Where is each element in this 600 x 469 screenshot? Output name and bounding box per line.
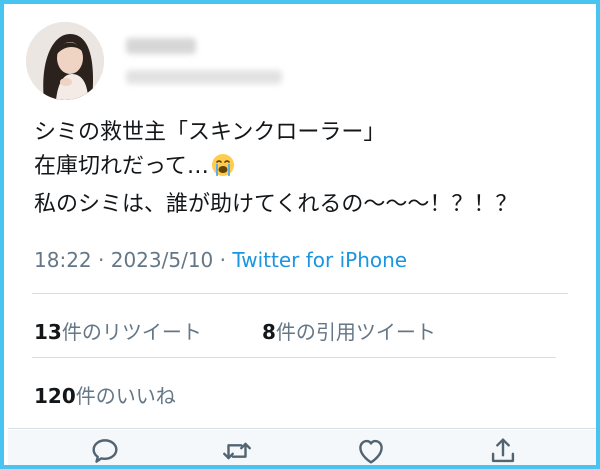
tweet-text: シミの救世主「スキンクローラー」 在庫切れだって… 私のシミは、誰が助けてくれる… — [34, 116, 594, 222]
tweet-line-2: 在庫切れだって… — [34, 150, 594, 188]
divider — [32, 293, 568, 294]
meta-separator: · — [91, 248, 111, 272]
retweet-count-label: 件のリツイート — [61, 320, 202, 344]
like-count-label: 件のいいね — [75, 384, 176, 408]
heart-icon[interactable] — [354, 434, 388, 465]
avatar[interactable] — [26, 22, 104, 100]
divider — [32, 357, 556, 358]
retweet-icon[interactable] — [220, 434, 254, 465]
avatar-photo — [26, 22, 104, 100]
tweet-line-2-text: 在庫切れだって… — [34, 154, 209, 179]
tweet-meta: 18:22 · 2023/5/10 · Twitter for iPhone — [34, 248, 407, 272]
meta-separator: · — [213, 248, 233, 272]
tweet-time[interactable]: 18:22 — [34, 248, 92, 272]
retweet-count-link[interactable]: 13件のリツイート — [34, 316, 202, 345]
tweet-date[interactable]: 2023/5/10 — [111, 248, 214, 272]
share-icon[interactable] — [486, 434, 520, 465]
quote-count-link[interactable]: 8件の引用ツイート — [262, 316, 436, 345]
tweet-card: シミの救世主「スキンクローラー」 在庫切れだって… 私のシミは、誰が助けてくれる… — [0, 0, 600, 469]
display-name-blurred — [126, 38, 196, 54]
like-count: 120 — [34, 384, 76, 408]
quote-count: 8 — [262, 320, 276, 344]
tweet-source-link[interactable]: Twitter for iPhone — [232, 248, 407, 272]
like-count-link[interactable]: 120件のいいね — [34, 380, 176, 409]
quote-count-label: 件の引用ツイート — [275, 320, 436, 344]
crying-face-emoji — [211, 153, 235, 188]
divider — [8, 428, 596, 429]
tweet-line-3: 私のシミは、誰が助けてくれるの〜〜〜！？！？ — [34, 192, 518, 217]
retweet-count: 13 — [34, 320, 62, 344]
username-blurred — [126, 70, 282, 84]
tweet-line-1: シミの救世主「スキンクローラー」 — [34, 120, 386, 145]
reply-icon[interactable] — [88, 434, 122, 465]
